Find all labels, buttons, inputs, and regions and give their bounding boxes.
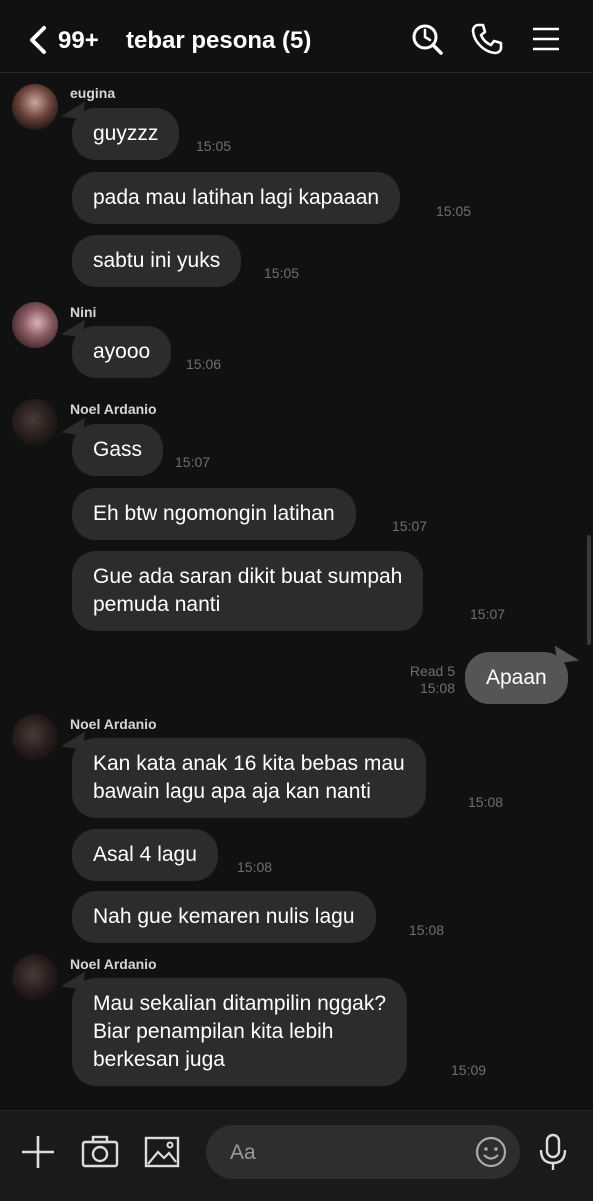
image-icon[interactable] xyxy=(142,1132,182,1172)
message-bubble[interactable]: Gue ada saran dikit buat sumpah pemuda n… xyxy=(72,551,424,631)
message-time: 15:09 xyxy=(451,1062,487,1078)
search-icon[interactable] xyxy=(410,22,444,56)
read-receipt: Read 5 xyxy=(409,663,455,679)
message-time: 15:05 xyxy=(264,265,300,281)
message-bubble[interactable]: Nah gue kemaren nulis lagu xyxy=(72,891,376,943)
message-time: 15:07 xyxy=(470,606,506,622)
sender-name: eugina xyxy=(70,85,116,101)
emoji-icon[interactable] xyxy=(474,1135,508,1169)
avatar-eugina[interactable] xyxy=(12,84,58,130)
message-time: 15:08 xyxy=(468,794,504,810)
back-chevron-icon[interactable] xyxy=(26,25,50,55)
message-bubble[interactable]: Asal 4 lagu xyxy=(72,829,218,881)
menu-icon[interactable] xyxy=(529,22,563,56)
avatar-nini[interactable] xyxy=(12,302,58,348)
microphone-icon[interactable] xyxy=(533,1132,573,1172)
composer-bar xyxy=(0,1110,593,1201)
unread-count[interactable]: 99+ xyxy=(58,27,99,55)
phone-icon[interactable] xyxy=(470,22,504,56)
sender-name: Noel Ardanio xyxy=(70,401,157,417)
message-bubble[interactable]: guyzzz xyxy=(72,108,180,160)
avatar-noel-ardanio[interactable] xyxy=(12,714,58,760)
message-time: 15:05 xyxy=(196,138,232,154)
sender-name: Noel Ardanio xyxy=(70,716,157,732)
chat-title[interactable]: tebar pesona (5) xyxy=(126,27,311,55)
message-bubble[interactable]: sabtu ini yuks xyxy=(72,235,242,287)
message-time: 15:08 xyxy=(409,922,445,938)
message-time: 15:05 xyxy=(436,203,472,219)
chat-header: 99+ tebar pesona (5) xyxy=(0,0,593,73)
message-bubble[interactable]: Gass xyxy=(72,424,164,476)
message-time: 15:07 xyxy=(175,454,211,470)
plus-icon[interactable] xyxy=(18,1132,58,1172)
message-input-wrapper xyxy=(206,1125,520,1179)
message-bubble[interactable]: Eh btw ngomongin latihan xyxy=(72,488,356,540)
message-input[interactable] xyxy=(228,1137,482,1169)
message-bubble[interactable]: ayooo xyxy=(72,326,172,378)
message-bubble[interactable]: Mau sekalian ditampilin nggak? Biar pena… xyxy=(72,978,408,1086)
message-meta: Read 5 15:08 xyxy=(395,663,455,697)
my-message-bubble[interactable]: Apaan xyxy=(465,652,568,704)
message-time: 15:07 xyxy=(392,518,428,534)
message-bubble[interactable]: Kan kata anak 16 kita bebas mau bawain l… xyxy=(72,738,426,818)
scrollbar[interactable] xyxy=(587,535,591,645)
message-time: 15:08 xyxy=(237,859,273,875)
avatar-noel-ardanio[interactable] xyxy=(12,954,58,1000)
avatar-noel-ardanio[interactable] xyxy=(12,399,58,445)
message-bubble[interactable]: pada mau latihan lagi kapaaan xyxy=(72,172,401,224)
sender-name: Noel Ardanio xyxy=(70,956,157,972)
camera-icon[interactable] xyxy=(80,1132,120,1172)
message-time: 15:08 xyxy=(419,680,455,696)
message-time: 15:06 xyxy=(186,356,222,372)
